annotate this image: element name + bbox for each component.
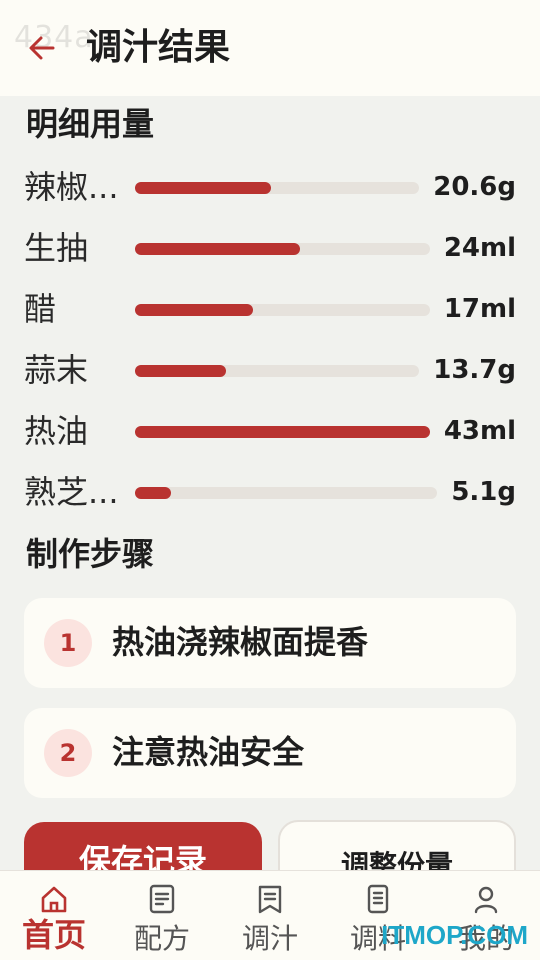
ingredient-amount: 5.1g	[451, 477, 516, 507]
amount-bar-fill	[135, 426, 430, 438]
list-icon	[367, 884, 389, 914]
steps-section-title: 制作步骤	[26, 535, 155, 573]
tab-recipes[interactable]: 配方	[108, 871, 216, 960]
tab-home[interactable]: 首页	[0, 871, 108, 960]
ingredient-amount: 20.6g	[433, 172, 516, 202]
ingredient-name: 醋	[24, 290, 57, 328]
amount-bar-track	[135, 365, 419, 377]
tab-mix[interactable]: 调汁	[216, 871, 324, 960]
top-bar: 434a 调汁结果	[0, 0, 540, 96]
ingredient-row: 生抽 24ml	[0, 223, 540, 273]
amount-bar-fill	[135, 304, 253, 316]
ingredient-row: 热油 43ml	[0, 406, 540, 456]
home-icon	[41, 886, 67, 913]
details-section-title: 明细用量	[26, 105, 155, 143]
ingredient-amount: 24ml	[443, 233, 516, 263]
ingredient-name: 蒜末	[24, 351, 89, 389]
amount-bar-track	[135, 304, 430, 316]
amount-bar-track	[135, 487, 437, 499]
amount-bar-track	[135, 426, 430, 438]
amount-bar-track	[135, 243, 430, 255]
step-card: 2 注意热油安全	[24, 708, 516, 798]
tab-label: 配方	[133, 922, 190, 955]
back-button[interactable]	[22, 28, 62, 68]
document-icon	[149, 884, 175, 914]
amount-bar-fill	[135, 243, 301, 255]
amount-bar-fill	[135, 182, 272, 194]
amount-bar-fill	[135, 365, 226, 377]
site-watermark: ITMOP.COM	[381, 920, 528, 950]
step-text: 注意热油安全	[112, 733, 305, 771]
ingredient-row: 蒜末 13.7g	[0, 345, 540, 395]
step-card: 1 热油浇辣椒面提香	[24, 598, 516, 688]
user-icon	[474, 886, 498, 914]
tab-label: 首页	[21, 916, 86, 954]
ingredient-row: 熟芝... 5.1g	[0, 467, 540, 517]
step-text: 热油浇辣椒面提香	[112, 623, 369, 661]
ingredient-name: 热油	[24, 412, 89, 450]
step-number: 2	[44, 729, 92, 777]
amount-bar-track	[135, 182, 419, 194]
ingredient-row: 辣椒... 20.6g	[0, 162, 540, 212]
bookmark-icon	[258, 885, 282, 914]
amount-bar-fill	[135, 487, 172, 499]
ingredient-row: 醋 17ml	[0, 284, 540, 334]
ingredient-amount: 13.7g	[433, 355, 516, 385]
arrow-left-icon	[29, 36, 55, 60]
tab-label: 调汁	[241, 922, 298, 955]
ingredient-name: 熟芝...	[24, 473, 119, 511]
ingredient-amount: 43ml	[443, 416, 516, 446]
page-title: 调汁结果	[86, 27, 231, 68]
step-number: 1	[44, 619, 92, 667]
ingredient-name: 辣椒...	[24, 168, 119, 206]
ingredient-name: 生抽	[24, 229, 89, 267]
ingredient-amount: 17ml	[443, 294, 516, 324]
